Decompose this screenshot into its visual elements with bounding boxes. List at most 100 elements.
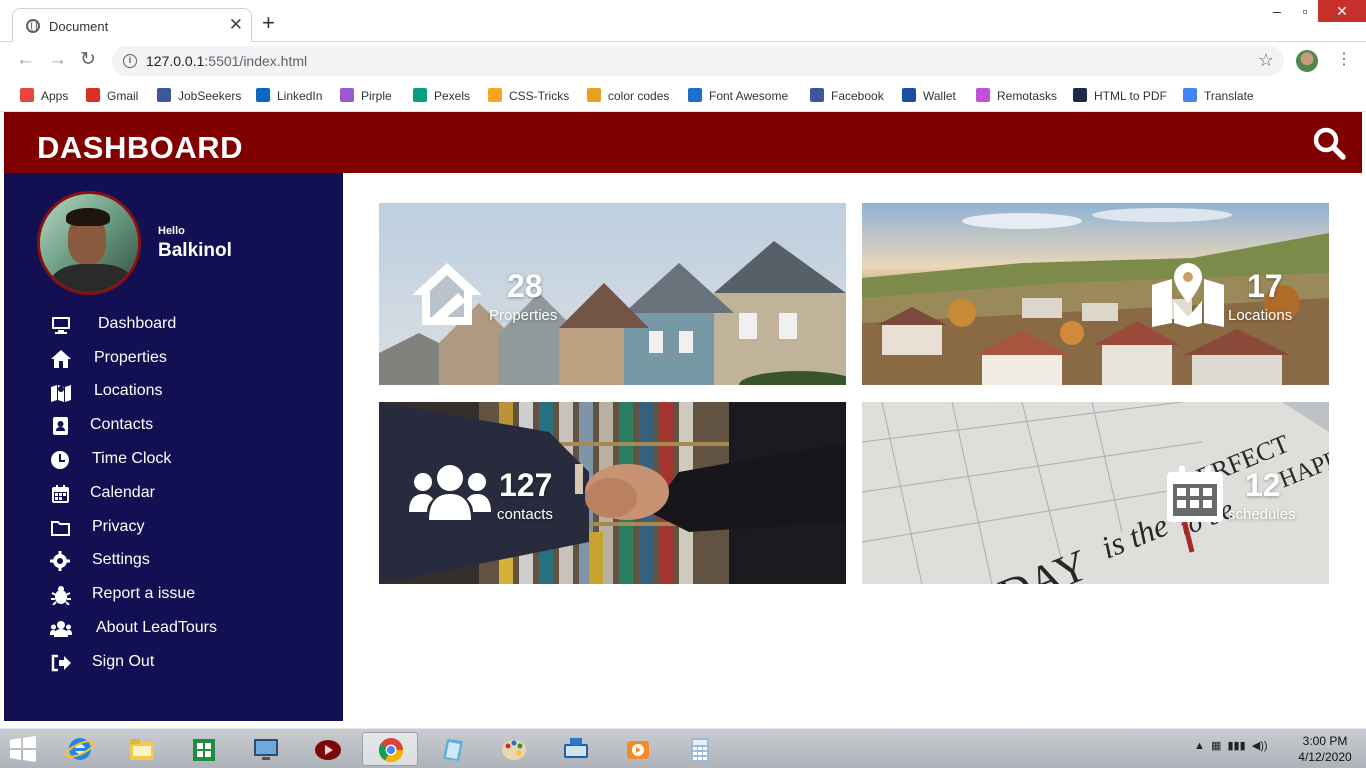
reload-icon[interactable]: ↻ xyxy=(80,50,96,70)
page-viewport: DASHBOARD Hello Balkinol Dashboard Proper… xyxy=(4,112,1362,721)
users-icon xyxy=(50,621,72,637)
video-icon xyxy=(627,741,649,759)
taskbar-calculator-button[interactable] xyxy=(672,732,728,766)
search-icon[interactable] xyxy=(1312,126,1346,160)
user-name: Balkinol xyxy=(158,240,232,261)
bookmark-jobseekers[interactable]: JobSeekers xyxy=(157,86,241,106)
bookmark-pexels[interactable]: Pexels xyxy=(413,86,470,106)
sidebar-item-about-leadtours[interactable]: About LeadTours xyxy=(50,617,310,641)
bookmark-css-tricks[interactable]: CSS-Tricks xyxy=(488,86,569,106)
taskbar-media-player-button[interactable] xyxy=(300,732,356,766)
address-bar[interactable]: i 127.0.0.1:5501/index.html ☆ xyxy=(112,46,1284,76)
pirple-icon xyxy=(340,88,354,103)
site-info-icon[interactable]: i xyxy=(123,54,137,68)
taskbar-remote-desktop-button[interactable] xyxy=(238,732,294,766)
bookmark-label: Gmail xyxy=(107,89,139,103)
taskbar-store-button[interactable] xyxy=(176,732,232,766)
bookmark-wallet[interactable]: Wallet xyxy=(902,86,956,106)
contacts-label: contacts xyxy=(497,506,553,523)
sidebar-item-privacy[interactable]: Privacy xyxy=(50,516,310,540)
pexels-icon xyxy=(413,88,427,103)
bookmark-label: Font Awesome xyxy=(709,89,789,103)
bookmark-facebook[interactable]: Facebook xyxy=(810,86,884,106)
notes-icon xyxy=(443,739,463,761)
properties-card[interactable]: 28 Properties xyxy=(379,203,846,385)
bookmark-gmail[interactable]: Gmail xyxy=(86,86,138,106)
bookmark-label: Pirple xyxy=(361,89,392,103)
sidebar-item-label: Locations xyxy=(94,382,163,399)
sidebar-item-locations[interactable]: Locations xyxy=(50,380,310,404)
browser-menu-icon[interactable]: ⋮ xyxy=(1336,50,1352,70)
sidebar-item-calendar[interactable]: Calendar xyxy=(50,482,310,506)
bookmark-pirple[interactable]: Pirple xyxy=(340,86,392,106)
back-arrow-icon[interactable]: ← xyxy=(16,50,35,70)
taskbar-chrome-button[interactable] xyxy=(362,732,418,766)
windows-taskbar: ▲ ▦ ▮▮▮ ◀)) 3:00 PM 4/12/2020 xyxy=(0,728,1366,768)
greeting-text: Hello xyxy=(158,225,185,237)
keyboard-icon xyxy=(564,738,588,758)
sidebar-item-label: About LeadTours xyxy=(96,619,217,636)
sidebar-item-dashboard[interactable]: Dashboard xyxy=(50,313,310,337)
taskbar-paint-button[interactable] xyxy=(486,732,542,766)
contacts-count: 127 xyxy=(499,467,553,503)
browser-tab[interactable]: Document ✕ xyxy=(12,8,252,43)
more-bookmarks-icon[interactable]: » xyxy=(1332,6,1340,26)
sign-out-icon xyxy=(51,654,71,672)
file-explorer-icon xyxy=(130,739,154,760)
forward-arrow-icon[interactable]: → xyxy=(48,50,67,70)
sidebar-item-label: Calendar xyxy=(90,484,155,501)
media-player-icon xyxy=(315,740,341,760)
locations-card[interactable]: 17 Locations xyxy=(862,203,1329,385)
taskbar-clock[interactable]: 3:00 PM 4/12/2020 xyxy=(1292,733,1358,765)
internet-explorer-icon xyxy=(65,738,95,760)
sidebar-item-settings[interactable]: Settings xyxy=(50,549,310,573)
page-title: DASHBOARD xyxy=(37,130,243,165)
bookmark-color-codes[interactable]: color codes xyxy=(587,86,669,106)
system-tray-icons[interactable]: ▲ ▦ ▮▮▮ ◀)) xyxy=(1194,739,1268,752)
bookmark-star-icon[interactable]: ☆ xyxy=(1258,50,1274,71)
folder-icon xyxy=(51,521,70,536)
clock-date: 4/12/2020 xyxy=(1298,750,1352,764)
bookmark-translate[interactable]: Translate xyxy=(1183,86,1254,106)
taskbar-video-button[interactable] xyxy=(610,732,666,766)
taskbar-file-explorer-button[interactable] xyxy=(114,732,170,766)
sidebar-item-contacts[interactable]: Contacts xyxy=(50,414,310,438)
url-text[interactable]: 127.0.0.1:5501/index.html xyxy=(146,53,307,69)
sidebar-item-time-clock[interactable]: Time Clock xyxy=(50,448,310,472)
calendar-icon xyxy=(1167,466,1223,522)
tab-title: Document xyxy=(49,19,109,34)
windows-start-icon[interactable] xyxy=(8,735,38,763)
profile-avatar[interactable] xyxy=(1296,50,1318,72)
bookmark-label: LinkedIn xyxy=(277,89,323,103)
sidebar-item-label: Settings xyxy=(92,551,150,568)
locations-count: 17 xyxy=(1247,268,1283,304)
sidebar-item-label: Properties xyxy=(94,349,167,366)
close-tab-icon[interactable]: ✕ xyxy=(229,15,243,35)
taskbar-notes-button[interactable] xyxy=(424,732,480,766)
bookmark-label: Translate xyxy=(1204,89,1254,103)
close-window-button[interactable]: ✕ xyxy=(1318,0,1366,22)
apps-grid-icon xyxy=(20,88,34,103)
chrome-icon xyxy=(378,738,403,763)
properties-count: 28 xyxy=(507,268,543,304)
map-icon xyxy=(1152,263,1224,327)
font-awesome-icon xyxy=(688,88,702,103)
sidebar-item-properties[interactable]: Properties xyxy=(50,347,310,371)
sidebar-item-sign-out[interactable]: Sign Out xyxy=(50,651,310,675)
bookmark-label: Wallet xyxy=(923,89,956,103)
remote-desktop-icon xyxy=(254,739,278,760)
schedules-card[interactable]: TODAY is the PERFECT to be HAPPY 12 sche… xyxy=(862,402,1329,584)
taskbar-internet-explorer-button[interactable] xyxy=(52,732,108,766)
bookmark-remotasks[interactable]: Remotasks xyxy=(976,86,1057,106)
bookmark-html-to-pdf[interactable]: HTML to PDF xyxy=(1073,86,1167,106)
schedules-count: 12 xyxy=(1245,467,1281,503)
new-tab-button[interactable]: + xyxy=(262,12,275,34)
bookmark-font-awesome[interactable]: Font Awesome xyxy=(688,86,788,106)
css-tricks-icon xyxy=(488,88,502,103)
sidebar-item-report-a-issue[interactable]: Report a issue xyxy=(50,583,310,607)
taskbar-keyboard-button[interactable] xyxy=(548,732,604,766)
users-icon xyxy=(409,465,491,520)
contacts-card[interactable]: 127 contacts xyxy=(379,402,846,584)
bookmark-linkedin[interactable]: LinkedIn xyxy=(256,86,322,106)
bookmark-apps[interactable]: Apps xyxy=(20,86,68,106)
